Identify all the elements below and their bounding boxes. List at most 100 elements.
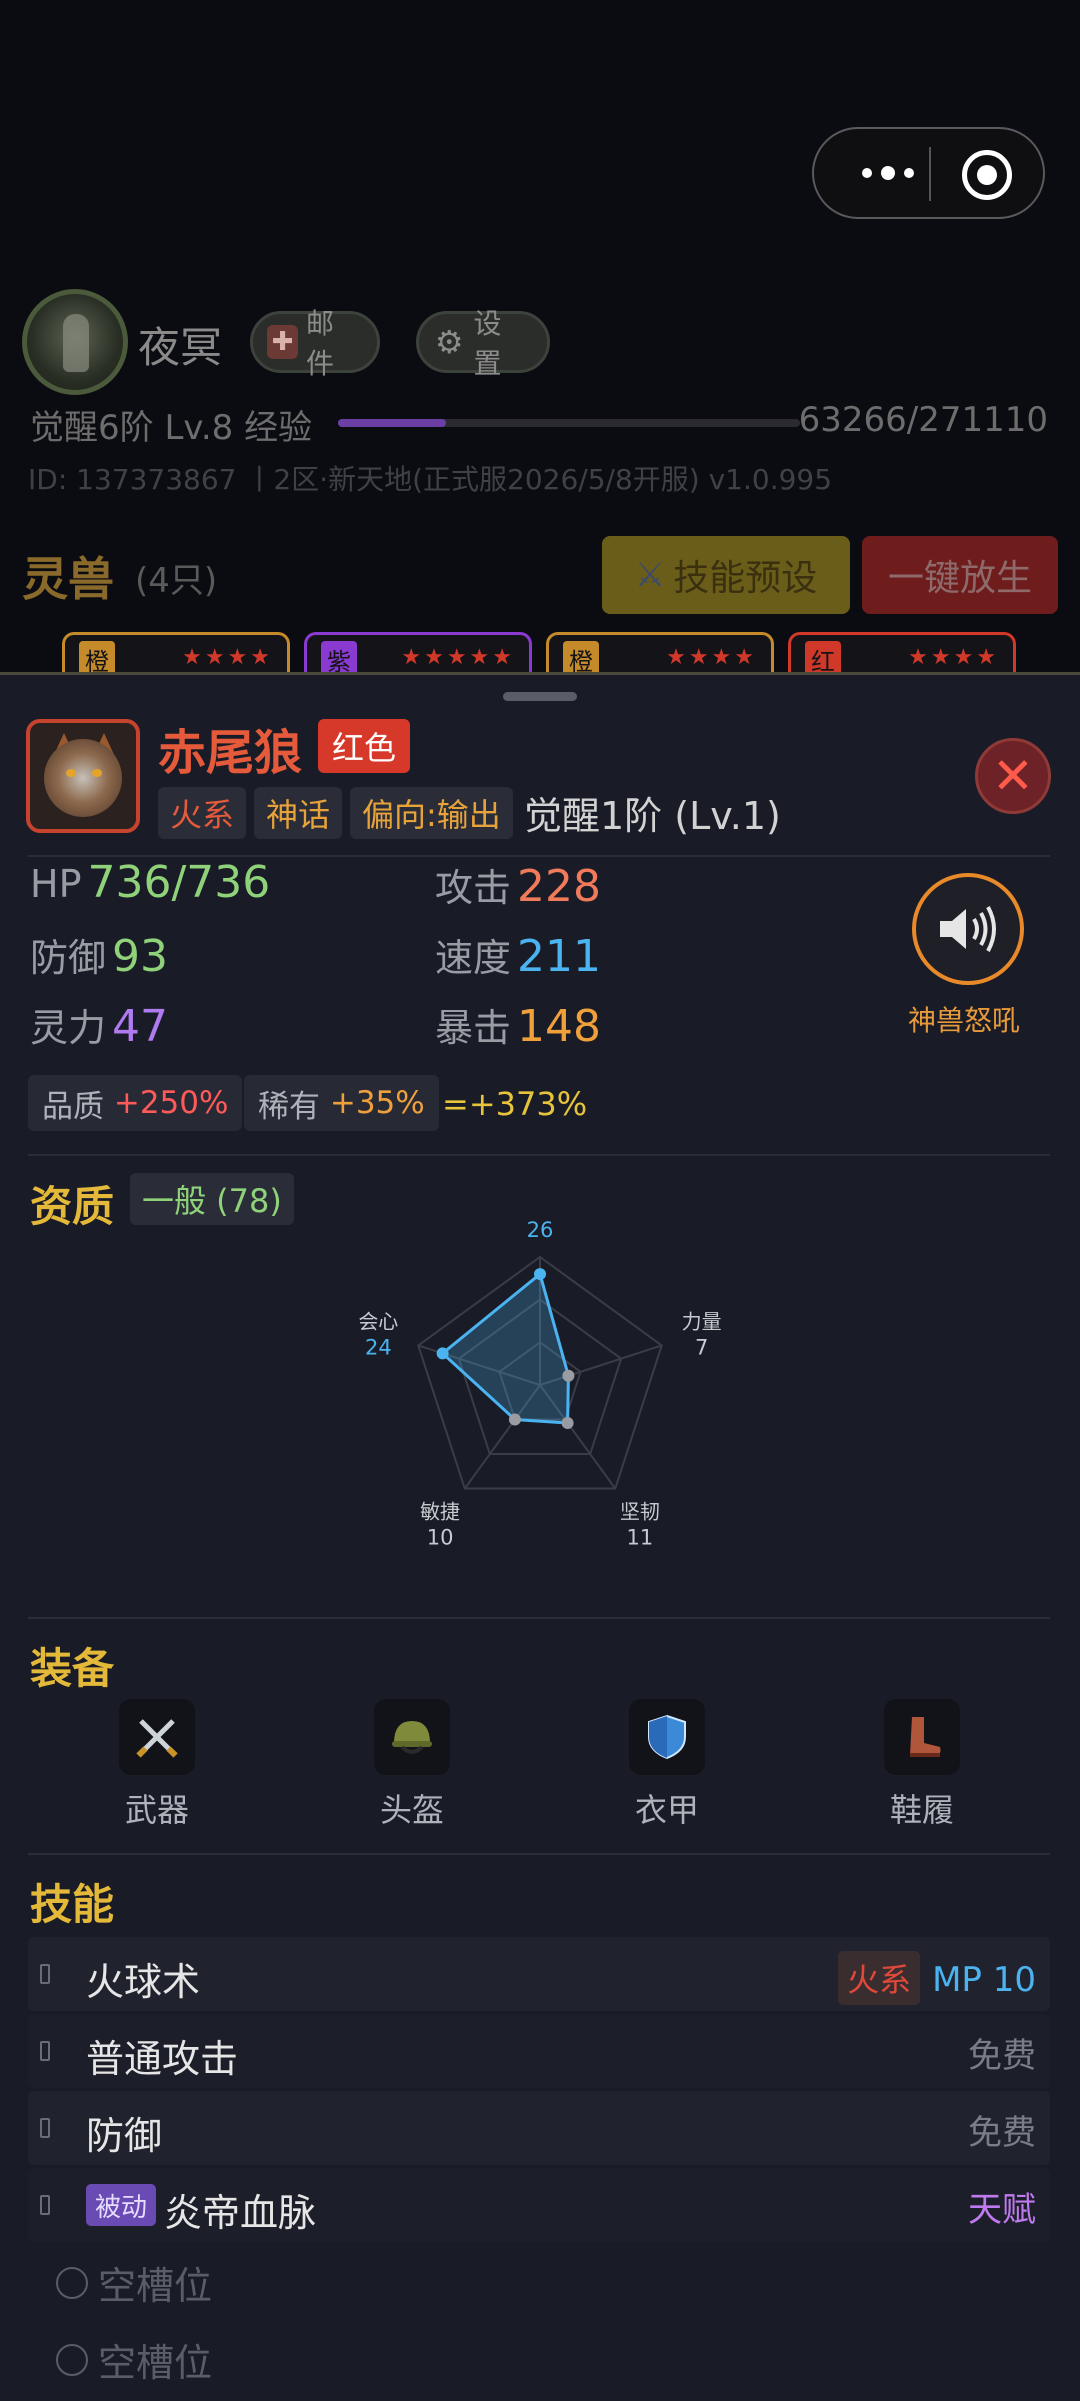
divider	[28, 1853, 1050, 1855]
radar-value-label: 11	[627, 1526, 654, 1550]
radar-point-1	[562, 1369, 575, 1382]
equip-slot-armor[interactable]: 衣甲	[607, 1699, 727, 1831]
quality-bonus: 品质 +250%	[28, 1075, 243, 1131]
pet-card-stars: ★★★★★	[401, 645, 515, 670]
total-bonus: =+373%	[442, 1085, 588, 1123]
close-button[interactable]: ✕	[975, 738, 1051, 814]
crossed-swords-icon	[136, 1719, 178, 1758]
radar-point-4	[436, 1347, 449, 1360]
radar-value-label: 10	[427, 1526, 454, 1550]
stat-spirit: 灵力 47	[30, 1001, 169, 1052]
radar-value-label: 26	[527, 1218, 554, 1242]
mail-button[interactable]: ✚ 邮件	[250, 307, 380, 380]
roar-label: 神兽怒吼	[908, 1004, 1021, 1037]
radar-value-label: 24	[365, 1335, 392, 1359]
equip-label: 衣甲	[634, 1791, 699, 1829]
more-icon[interactable]	[848, 151, 928, 195]
speaker-icon	[940, 906, 996, 952]
pet-card-stars: ★★★★	[666, 645, 757, 670]
empty-slot-icon	[56, 2266, 88, 2299]
radar-axis-label: 敏捷	[420, 1500, 460, 1524]
equip-slot-weapon[interactable]: 武器	[97, 1699, 217, 1831]
equip-label: 武器	[124, 1791, 189, 1829]
player-name: 夜冥	[138, 323, 223, 372]
stat-crit: 暴击 148	[435, 1001, 601, 1052]
account-id-line: ID: 137373867 丨2区·新天地(正式服2026/5/8开服) v1.…	[28, 463, 833, 496]
crossed-swords-icon: ⚔	[634, 555, 666, 595]
release-all-button[interactable]: 一键放生	[862, 536, 1058, 614]
xp-value: 63266/271110	[798, 400, 1048, 440]
empty-skill-slot[interactable]: 空槽位	[56, 2332, 212, 2387]
radar-area	[440, 1271, 570, 1425]
skill-row[interactable]: 普通攻击 免费	[28, 2014, 1050, 2088]
skill-cost: 火系 MP 10	[838, 1951, 1036, 2005]
radar-point-0	[534, 1268, 546, 1281]
divider	[28, 1617, 1050, 1619]
skill-element-tag: 火系	[838, 1951, 921, 2005]
sheet-drag-handle[interactable]	[503, 692, 577, 701]
equipment-title: 装备	[30, 1644, 115, 1693]
skill-row[interactable]: 火球术 火系 MP 10	[28, 1937, 1050, 2011]
helmet-icon	[392, 1721, 432, 1754]
empty-slot-icon	[56, 2343, 88, 2376]
skill-preset-button[interactable]: ⚔ 技能预设	[602, 536, 850, 614]
stat-attack: 攻击 228	[435, 861, 601, 912]
equip-label: 头盔	[379, 1791, 444, 1829]
equip-label: 鞋履	[889, 1791, 954, 1829]
stat-hp: HP 736/736	[30, 857, 271, 908]
rarity-bonus: 稀有 +35%	[244, 1075, 439, 1131]
close-miniprogram-icon[interactable]	[962, 150, 1012, 200]
drag-handle-icon[interactable]	[40, 2195, 50, 2215]
xp-bar	[338, 419, 800, 427]
equip-slot-helmet[interactable]: 头盔	[352, 1699, 472, 1831]
skill-name: 防御	[86, 2114, 163, 2158]
boot-icon	[910, 1717, 941, 1757]
shield-icon	[648, 1714, 686, 1760]
pet-avatar	[26, 719, 140, 833]
empty-skill-slot[interactable]: 空槽位	[56, 2255, 212, 2310]
mail-icon: ✚	[267, 325, 298, 359]
roar-skill-button[interactable]	[912, 873, 1024, 985]
miniprogram-capsule	[812, 127, 1045, 219]
drag-handle-icon[interactable]	[40, 1964, 50, 1984]
radar-value-label: 7	[695, 1335, 708, 1359]
radar-axis-label: 力量	[682, 1309, 722, 1333]
drag-handle-icon[interactable]	[40, 2118, 50, 2138]
equip-slot-boots[interactable]: 鞋履	[862, 1699, 982, 1831]
capsule-divider	[929, 147, 931, 201]
pets-title: 灵兽	[22, 552, 114, 606]
radar-axis-label: 会心	[358, 1309, 398, 1333]
radar-point-3	[508, 1413, 521, 1426]
aptitude-title: 资质	[30, 1182, 115, 1231]
drag-handle-icon[interactable]	[40, 2041, 50, 2061]
pets-count: (4只)	[135, 561, 218, 601]
skill-name: 炎帝血脉	[164, 2191, 317, 2235]
divider	[28, 1154, 1050, 1156]
stat-speed: 速度 211	[435, 931, 601, 982]
player-avatar[interactable]	[22, 289, 128, 395]
pet-detail-sheet: 赤尾狼 红色 ✕ 火系 神话 偏向:输出 觉醒1阶 (Lv.1) HP 736/7…	[0, 672, 1080, 2401]
passive-badge: 被动	[86, 2184, 157, 2226]
skills-title: 技能	[30, 1880, 115, 1929]
pet-card-stars: ★★★★	[182, 645, 273, 670]
radar-axis-label: 坚韧	[620, 1500, 660, 1524]
aptitude-radar-chart: 体质 26 力量7 坚韧11 敏捷10 会心24	[358, 1215, 722, 1550]
skill-row[interactable]: 防御 免费	[28, 2091, 1050, 2165]
role-tag: 偏向:输出	[350, 787, 513, 839]
close-icon: ✕	[992, 747, 1034, 805]
tier-tag: 神话	[254, 787, 343, 839]
level-text: 觉醒6阶 Lv.8 经验	[30, 408, 313, 448]
skill-cost: 免费	[968, 2036, 1036, 2076]
stat-defense: 防御 93	[30, 931, 169, 982]
aptitude-grade: 一般 (78)	[130, 1173, 294, 1225]
awaken-level: 觉醒1阶 (Lv.1)	[524, 794, 781, 838]
skill-row[interactable]: 被动 炎帝血脉 天赋	[28, 2168, 1050, 2242]
background-page: 夜冥 ✚ 邮件 ⚙ 设置 觉醒6阶 Lv.8 经验 63266/271110 I…	[0, 0, 1080, 692]
skill-preset-label: 技能预设	[673, 558, 818, 599]
settings-button[interactable]: ⚙ 设置	[416, 307, 550, 380]
settings-label: 设置	[473, 307, 502, 380]
skill-cost: 免费	[968, 2113, 1036, 2153]
element-tag: 火系	[158, 787, 247, 839]
xp-bar-fill	[338, 419, 446, 427]
skill-name: 普通攻击	[86, 2037, 239, 2081]
